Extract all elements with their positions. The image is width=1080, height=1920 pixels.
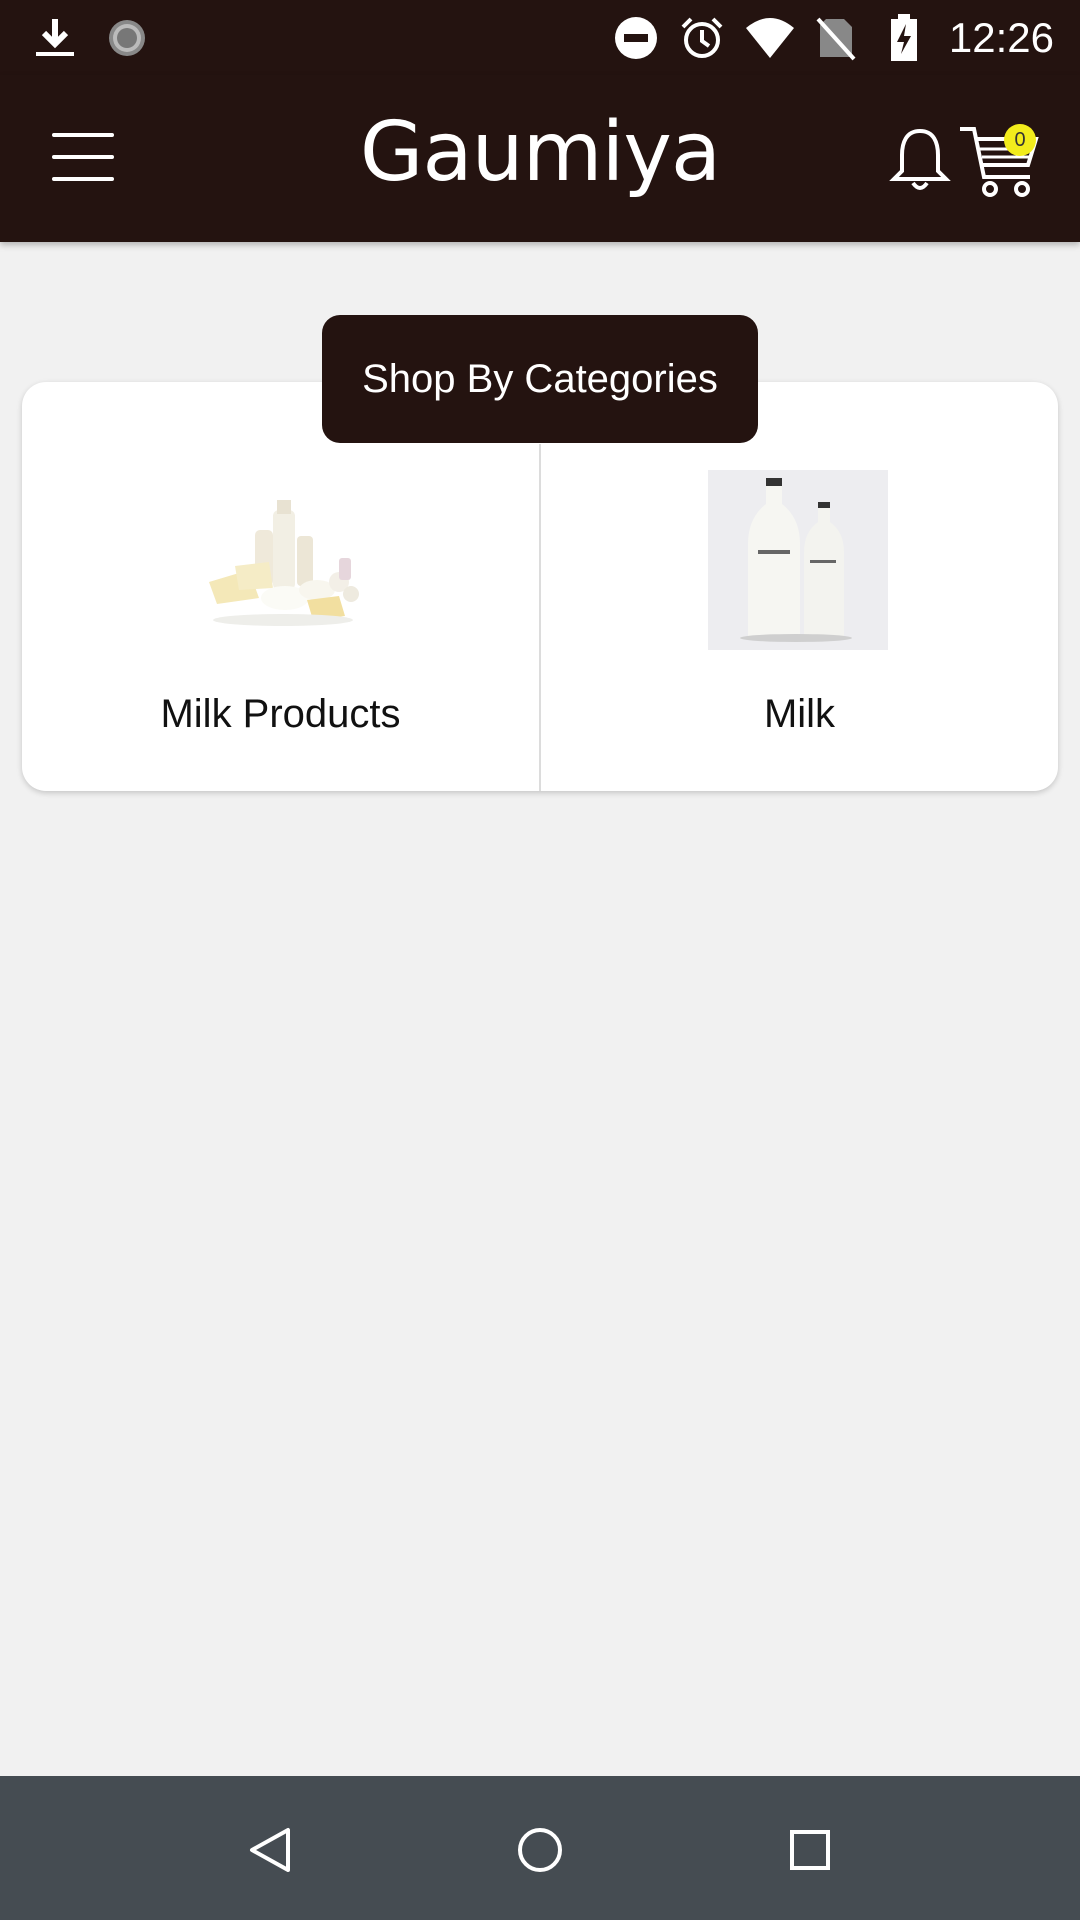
bell-icon[interactable] xyxy=(888,125,952,195)
no-sim-icon xyxy=(812,0,860,75)
section-header: Shop By Categories xyxy=(322,315,758,443)
back-icon[interactable] xyxy=(230,1810,310,1890)
category-label: Milk Products xyxy=(160,692,401,736)
shopping-cart-icon[interactable] xyxy=(956,115,1046,205)
recents-icon[interactable] xyxy=(770,1810,850,1890)
alarm-icon xyxy=(676,0,728,75)
navigation-bar xyxy=(0,1776,1080,1920)
home-icon[interactable] xyxy=(500,1810,580,1890)
dairy-products-image xyxy=(189,470,369,650)
milk-bottles-image xyxy=(708,470,888,650)
hamburger-menu-icon[interactable] xyxy=(40,120,126,196)
do-not-disturb-icon xyxy=(612,0,660,75)
categories-card: Milk Products Milk xyxy=(22,382,1058,791)
status-bar: 12:26 xyxy=(0,0,1080,75)
download-icon xyxy=(30,0,80,75)
category-item-milk[interactable]: Milk xyxy=(541,444,1058,791)
battery-charging-icon xyxy=(884,0,924,75)
status-time: 12:26 xyxy=(948,14,1054,61)
category-item-milk-products[interactable]: Milk Products xyxy=(22,444,539,791)
app-bar: Gaumiya xyxy=(0,75,1080,242)
cart-count-badge: 0 xyxy=(1004,124,1036,156)
category-label: Milk xyxy=(763,692,836,736)
sync-spinner-icon xyxy=(102,0,152,75)
wifi-icon xyxy=(742,0,798,75)
app-title: Gaumiya xyxy=(359,105,721,200)
